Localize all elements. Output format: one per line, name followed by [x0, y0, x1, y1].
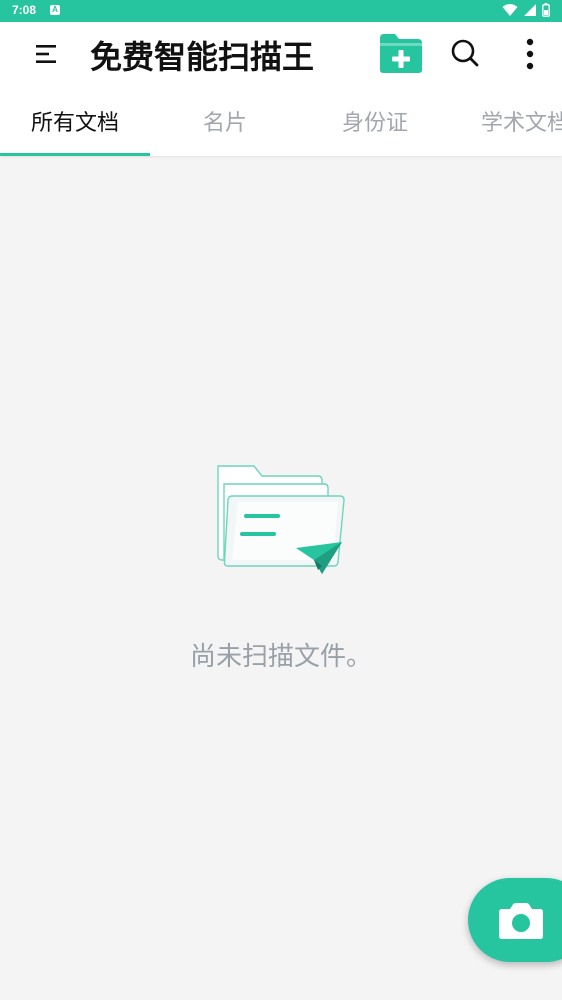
signal-icon	[524, 4, 536, 16]
app-bar: 免费智能扫描王	[0, 22, 562, 86]
app-title: 免费智能扫描王	[90, 38, 315, 76]
status-icons	[502, 3, 550, 17]
empty-state-message: 尚未扫描文件。	[189, 642, 372, 672]
tab-academic-documents[interactable]: 学术文档	[450, 86, 562, 156]
menu-icon[interactable]	[34, 42, 60, 66]
battery-icon	[542, 3, 550, 17]
status-bar: 7:08 A	[0, 0, 562, 22]
tab-id-cards[interactable]: 身份证	[300, 86, 450, 156]
new-folder-icon[interactable]	[378, 32, 424, 74]
tab-all-documents[interactable]: 所有文档	[0, 86, 150, 156]
status-time: 7:08	[12, 3, 37, 17]
active-tab-indicator	[0, 153, 150, 156]
camera-icon	[499, 903, 543, 939]
wifi-icon	[502, 4, 518, 16]
notification-icon: A	[50, 5, 60, 15]
tab-business-cards[interactable]: 名片	[150, 86, 300, 156]
empty-folder-illustration	[217, 465, 345, 574]
more-icon[interactable]	[520, 36, 540, 72]
search-icon[interactable]	[450, 38, 480, 68]
camera-scan-button[interactable]	[468, 878, 562, 962]
tab-bar: 所有文档 名片 身份证 学术文档	[0, 86, 562, 156]
scanner-home-screen: 7:08 A 免费智能扫描王 所有文档 名片 身份证 学术文档 尚未扫描文件。	[0, 0, 562, 1000]
